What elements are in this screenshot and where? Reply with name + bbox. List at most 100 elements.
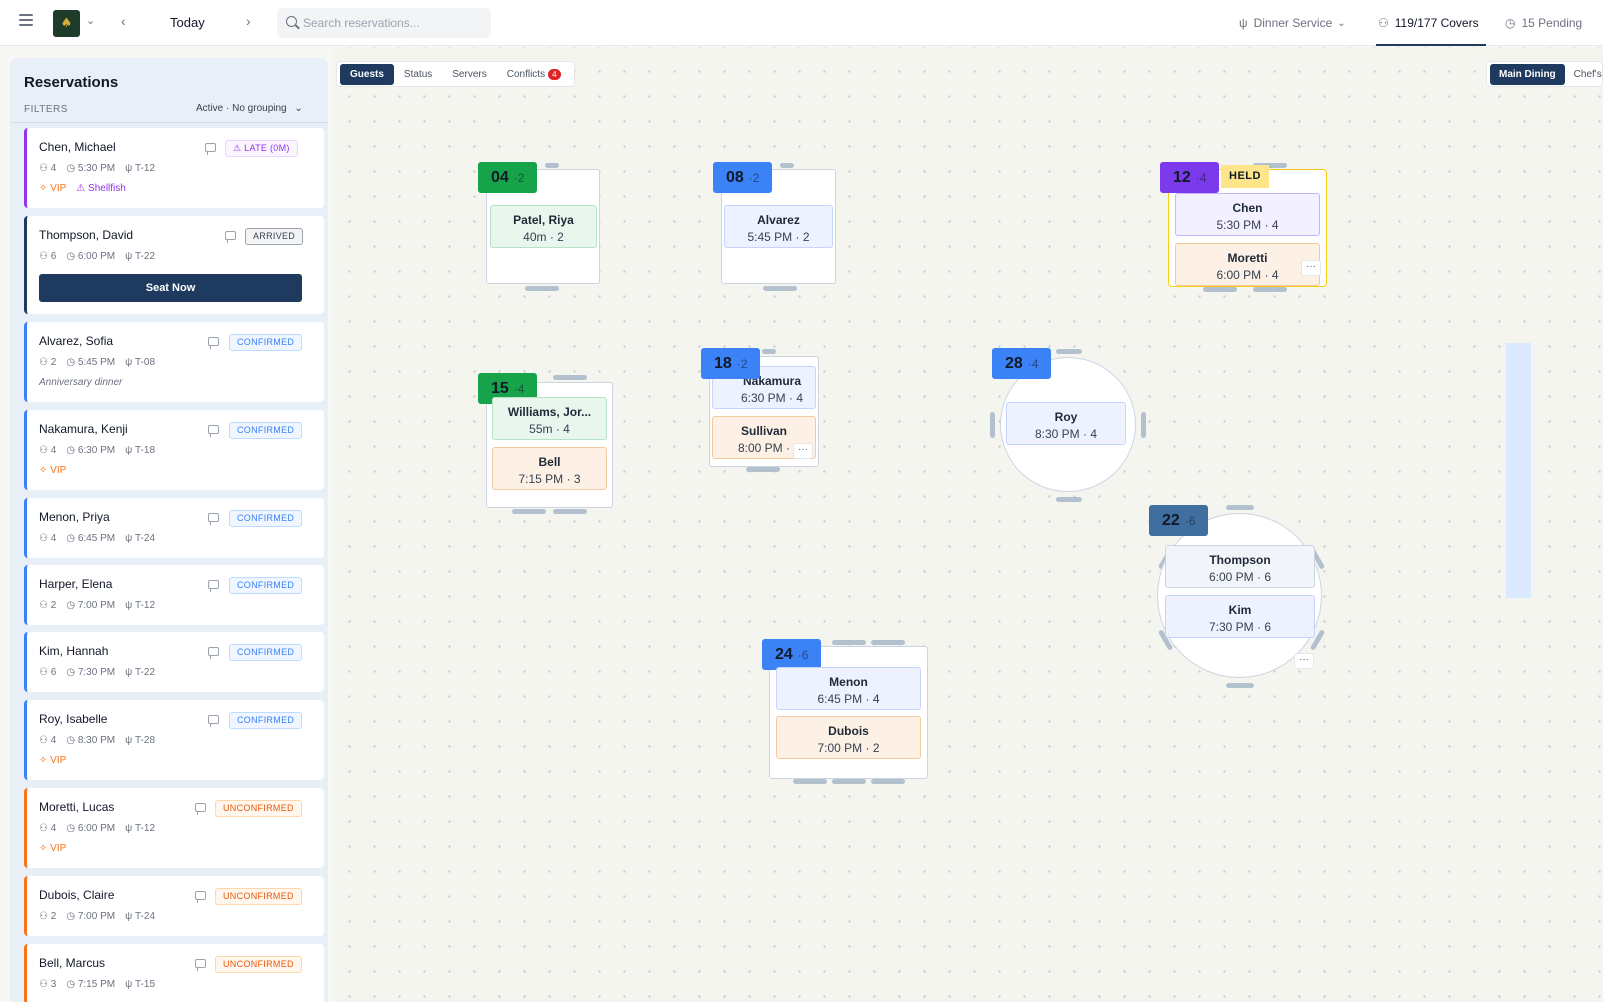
status-badge: CONFIRMED — [229, 422, 303, 439]
covers-tab[interactable]: ⚇ 119/177 Covers — [1378, 0, 1479, 46]
reservation-card[interactable]: Dubois, Claire UNCONFIRMED ⚇ 2 ◷ 7:00 PM ψ… — [24, 876, 324, 936]
reservation-block[interactable]: Bell 7:15 PM · 3 — [492, 447, 607, 490]
note-icon[interactable] — [208, 513, 219, 525]
tab-guests[interactable]: Guests — [340, 63, 394, 85]
fork-knife-icon: ψ T-12 — [125, 823, 156, 834]
guest-name: Roy, Isabelle — [39, 712, 108, 726]
reservation-block[interactable]: Dubois 7:00 PM · 2 — [776, 716, 921, 759]
table-label: 24·6 — [762, 639, 822, 670]
tab-servers[interactable]: Servers — [442, 64, 496, 85]
fork-knife-icon: ψ T-24 — [125, 911, 156, 922]
reservation-card[interactable]: Thompson, David ARRIVED ⚇ 6 ◷ 6:00 PM ψ T-… — [24, 216, 324, 314]
clock-icon: ◷ 6:00 PM — [66, 823, 116, 834]
note-icon[interactable] — [195, 803, 206, 815]
reservation-note: Anniversary dinner — [39, 377, 123, 388]
reservation-meta: ⚇ 2 ◷ 7:00 PM ψ T-12 — [39, 600, 165, 611]
chair — [793, 779, 827, 784]
more-options-button[interactable]: ··· — [793, 443, 813, 459]
reservation-block[interactable]: Kim 7:30 PM · 6 — [1165, 595, 1315, 638]
reservation-meta: ⚇ 4 ◷ 8:30 PM ψ T-28 — [39, 735, 165, 746]
chair — [780, 163, 794, 168]
reservation-block[interactable]: Chen 5:30 PM · 4 — [1175, 193, 1320, 236]
status-badge: UNCONFIRMED — [215, 956, 302, 973]
reservation-block[interactable]: Williams, Jor... 55m · 4 — [492, 397, 607, 440]
note-icon[interactable] — [208, 425, 219, 437]
pending-tab[interactable]: ◷ 15 Pending — [1505, 0, 1582, 46]
service-selector[interactable]: ψ Dinner Service ⌄ — [1239, 0, 1346, 46]
allergy-tag: ⚠ Shellfish — [76, 183, 126, 194]
scroll-indicator[interactable] — [1506, 343, 1531, 598]
conflict-count-badge: 4 — [548, 68, 561, 80]
note-icon[interactable] — [195, 959, 206, 971]
clock-icon: ◷ 7:00 PM — [66, 600, 116, 611]
previous-day-button[interactable]: ‹ — [121, 13, 126, 29]
guests-icon: ⚇ 4 — [39, 533, 57, 544]
note-icon[interactable] — [208, 647, 219, 659]
reservation-block[interactable]: Patel, Riya 40m · 2 — [490, 205, 597, 248]
chair — [1226, 683, 1254, 688]
guests-icon: ⚇ 2 — [39, 911, 57, 922]
more-options-button[interactable]: ··· — [1294, 653, 1314, 669]
covers-active-indicator — [1376, 44, 1486, 46]
reservation-card[interactable]: Menon, Priya CONFIRMED ⚇ 4 ◷ 6:45 PM ψ T-2… — [24, 498, 324, 558]
reservation-card[interactable]: Alvarez, Sofia CONFIRMED ⚇ 2 ◷ 5:45 PM ψ T… — [24, 322, 324, 402]
chair — [832, 779, 866, 784]
table-label: 08·2 — [713, 162, 773, 193]
note-icon[interactable] — [225, 231, 236, 243]
reservation-block[interactable]: Thompson 6:00 PM · 6 — [1165, 545, 1315, 588]
reservation-block[interactable]: Alvarez 5:45 PM · 2 — [724, 205, 833, 248]
fork-knife-icon: ψ T-28 — [125, 735, 156, 746]
guest-name: Kim, Hannah — [39, 644, 109, 658]
fork-knife-icon: ψ T-15 — [125, 979, 156, 990]
reservation-card[interactable]: Chen, Michael ⚠ LATE (0M) ⚇ 4 ◷ 5:30 PM ψ … — [24, 128, 324, 208]
fork-knife-icon: ψ T-18 — [125, 445, 156, 456]
tab-status[interactable]: Status — [394, 64, 442, 85]
seat-now-button[interactable]: Seat Now — [39, 274, 302, 302]
reservation-meta: ⚇ 4 ◷ 6:45 PM ψ T-24 — [39, 533, 165, 544]
restaurant-logo[interactable]: ♠ — [53, 10, 80, 37]
note-icon[interactable] — [208, 337, 219, 349]
logo-chevron-down-icon[interactable]: ⌄ — [86, 14, 95, 27]
note-icon[interactable] — [205, 143, 216, 155]
reservation-card[interactable]: Bell, Marcus UNCONFIRMED ⚇ 3 ◷ 7:15 PM ψ T… — [24, 944, 324, 1002]
reservation-tags: ✧ VIP — [39, 843, 76, 854]
table-label: 18·2 — [701, 348, 761, 379]
guests-icon: ⚇ 4 — [39, 735, 57, 746]
reservation-card[interactable]: Roy, Isabelle CONFIRMED ⚇ 4 ◷ 8:30 PM ψ T-… — [24, 700, 324, 780]
status-badge: CONFIRMED — [229, 577, 303, 594]
guests-icon: ⚇ 4 — [39, 163, 57, 174]
grouping-selector[interactable]: Active · No grouping ⌄ — [196, 103, 303, 114]
reservation-card[interactable]: Nakamura, Kenji CONFIRMED ⚇ 4 ◷ 6:30 PM ψ … — [24, 410, 324, 490]
reservation-card[interactable]: Kim, Hannah CONFIRMED ⚇ 6 ◷ 7:30 PM ψ T-22 — [24, 632, 324, 692]
note-icon[interactable] — [195, 891, 206, 903]
tab-conflicts[interactable]: Conflicts 4 — [497, 64, 571, 85]
hamburger-menu-icon[interactable] — [19, 14, 33, 26]
room-chefs[interactable]: Chef's — [1565, 64, 1602, 85]
room-main-dining[interactable]: Main Dining — [1490, 63, 1565, 85]
reservation-tags: ✧ VIP — [39, 755, 76, 766]
search-input[interactable] — [303, 8, 488, 38]
chair — [545, 163, 559, 168]
held-badge: HELD — [1221, 165, 1269, 188]
reservation-meta: ⚇ 6 ◷ 6:00 PM ψ T-22 — [39, 251, 165, 262]
date-label[interactable]: Today — [170, 15, 205, 30]
reservation-block[interactable]: Menon 6:45 PM · 4 — [776, 667, 921, 710]
note-icon[interactable] — [208, 715, 219, 727]
reservation-card[interactable]: Moretti, Lucas UNCONFIRMED ⚇ 4 ◷ 6:00 PM ψ… — [24, 788, 324, 868]
reservation-block[interactable]: Roy 8:30 PM · 4 — [1006, 402, 1126, 445]
note-icon[interactable] — [208, 580, 219, 592]
reservation-block[interactable]: Moretti 6:00 PM · 4 — [1175, 243, 1320, 286]
reservations-sidebar: Reservations FILTERS Active · No groupin… — [10, 58, 328, 1002]
chair — [871, 779, 905, 784]
clock-icon: ◷ 8:30 PM — [66, 735, 116, 746]
more-options-button[interactable]: ··· — [1301, 260, 1321, 276]
chevron-down-icon: ⌄ — [1337, 17, 1346, 29]
table-label: 12·4 — [1160, 162, 1220, 193]
reservation-card[interactable]: Harper, Elena CONFIRMED ⚇ 2 ◷ 7:00 PM ψ T-… — [24, 565, 324, 625]
vip-tag: ✧ VIP — [39, 465, 67, 476]
status-badge: ARRIVED — [245, 228, 304, 245]
guests-icon: ⚇ 2 — [39, 600, 57, 611]
next-day-button[interactable]: › — [246, 13, 251, 29]
chair — [1203, 287, 1237, 292]
search-box[interactable] — [277, 8, 491, 38]
